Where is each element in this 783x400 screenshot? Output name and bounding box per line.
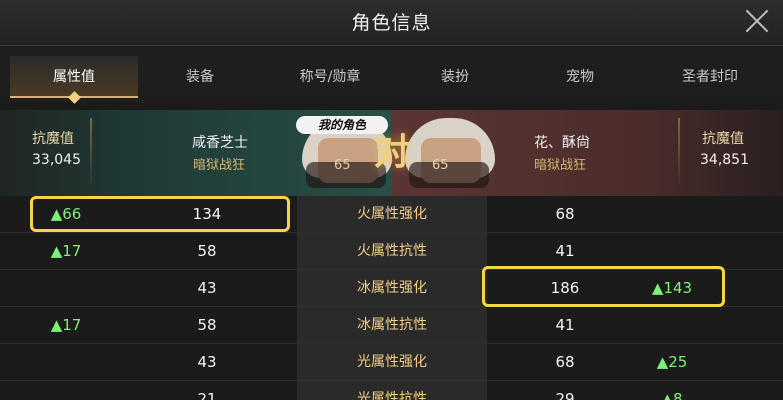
right-portrait-shade xyxy=(409,162,489,188)
right-advantage: ▲8 xyxy=(661,390,683,400)
left-player-job: 暗狱战狂 xyxy=(193,158,246,173)
tab-title-medal[interactable]: 称号/勋章 xyxy=(260,56,400,98)
vs-emblem: 对 xyxy=(364,117,420,183)
right-advantage xyxy=(612,196,732,233)
left-player-name: 咸香芝士 xyxy=(192,135,248,151)
tab-bar: 属性值 装备 称号/勋章 装扮 宠物 圣者封印 xyxy=(0,46,783,148)
tab-label: 装备 xyxy=(186,69,214,85)
right-player-level: 65 xyxy=(432,158,449,173)
highlight-left-fire-strength xyxy=(30,196,290,232)
tab-saint-seal[interactable]: 圣者封印 xyxy=(640,56,780,98)
tab-label: 属性值 xyxy=(53,69,95,85)
tab-pet[interactable]: 宠物 xyxy=(520,56,640,98)
tab-avatar[interactable]: 装扮 xyxy=(395,56,515,98)
tab-label: 圣者封印 xyxy=(682,69,738,85)
table-row: 43 光属性强化 68 ▲25 xyxy=(0,344,783,381)
highlight-right-ice-strength xyxy=(482,266,725,307)
window-title: 角色信息 xyxy=(351,12,432,34)
tab-label: 装扮 xyxy=(441,69,469,85)
right-stat-value: 34,851 xyxy=(700,152,749,168)
attribute-label: 光属性强化 xyxy=(357,354,427,370)
tab-label: 宠物 xyxy=(566,69,594,85)
table-row: 21 光属性抗性 29 ▲8 xyxy=(0,381,783,400)
left-value: 21 xyxy=(197,390,217,400)
left-player-level: 65 xyxy=(334,158,351,173)
left-advantage: ▲17 xyxy=(50,242,82,260)
left-advantage xyxy=(0,344,132,381)
table-row: ▲17 58 火属性抗性 41 xyxy=(0,233,783,270)
tab-attributes[interactable]: 属性值 xyxy=(10,56,138,104)
left-value: 43 xyxy=(197,353,217,371)
tab-equipment[interactable]: 装备 xyxy=(140,56,260,98)
right-advantage: ▲25 xyxy=(656,353,688,371)
close-icon[interactable] xyxy=(743,7,771,35)
titlebar: 角色信息 xyxy=(0,0,783,46)
tab-label: 称号/勋章 xyxy=(299,69,361,85)
vs-glyph: 对 xyxy=(373,132,410,173)
attribute-label: 冰属性抗性 xyxy=(357,317,427,333)
left-value: 43 xyxy=(197,279,217,297)
attribute-label: 冰属性强化 xyxy=(357,280,427,296)
table-row: ▲17 58 冰属性抗性 41 xyxy=(0,307,783,344)
right-player-job: 暗狱战狂 xyxy=(534,158,587,173)
left-separator xyxy=(90,118,92,188)
left-advantage xyxy=(0,381,132,400)
left-stat-label: 抗魔值 xyxy=(32,131,74,147)
right-advantage xyxy=(612,233,732,270)
active-diamond-icon xyxy=(68,91,81,104)
right-separator xyxy=(678,118,680,188)
left-advantage xyxy=(0,270,132,307)
left-advantage: ▲17 xyxy=(50,316,82,334)
left-value: 58 xyxy=(197,242,217,260)
right-player-name: 花、酥尙 xyxy=(534,135,590,151)
attribute-label: 火属性强化 xyxy=(357,206,427,222)
left-stat-value: 33,045 xyxy=(32,152,81,168)
attribute-label: 光属性抗性 xyxy=(357,391,427,400)
right-stat-label: 抗魔值 xyxy=(702,131,744,147)
left-value: 58 xyxy=(197,316,217,334)
attribute-label: 火属性抗性 xyxy=(357,243,427,259)
right-advantage xyxy=(612,307,732,344)
